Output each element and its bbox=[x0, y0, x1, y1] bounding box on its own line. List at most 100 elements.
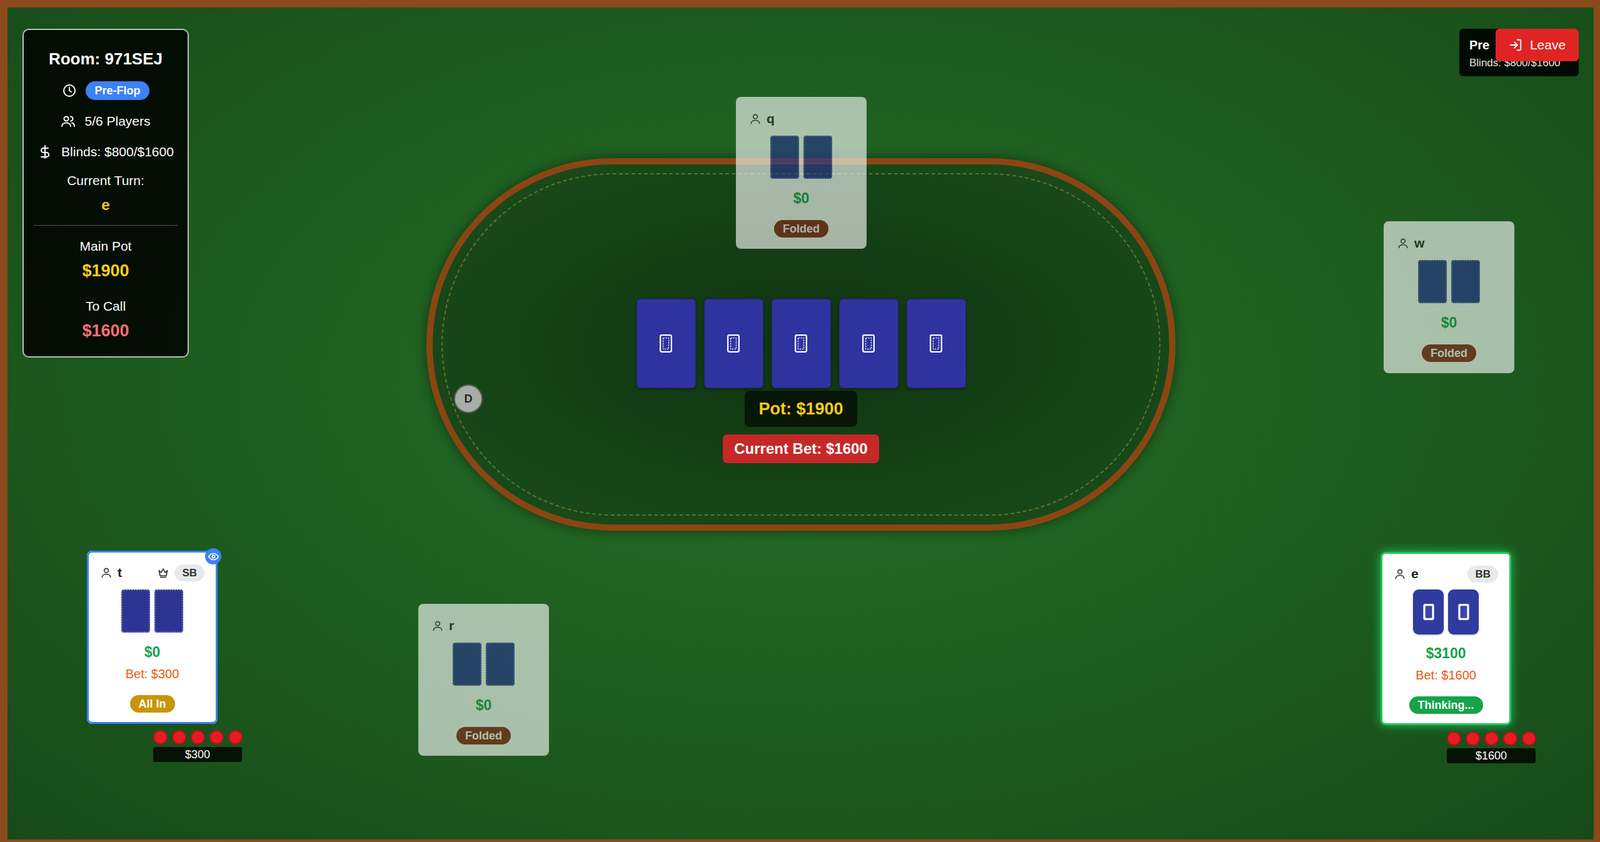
card-back bbox=[1413, 589, 1444, 635]
players-count: 5/6 Players bbox=[84, 111, 151, 132]
chip-icon bbox=[1465, 731, 1480, 746]
player-stack: $3100 bbox=[1426, 642, 1467, 665]
player-name: t bbox=[117, 562, 122, 583]
chip-icon bbox=[1484, 731, 1499, 746]
current-bet: Current Bet: $1600 bbox=[722, 434, 879, 464]
card-back-icon bbox=[1422, 603, 1435, 621]
leave-button[interactable]: Leave bbox=[1495, 28, 1579, 62]
player-name: r bbox=[448, 615, 454, 636]
chip-icon bbox=[153, 730, 168, 745]
player-name: q bbox=[766, 108, 775, 129]
card-back-icon bbox=[659, 334, 673, 353]
seat-header: r bbox=[427, 615, 540, 637]
card-back-icon bbox=[1457, 603, 1470, 621]
player-label: t bbox=[100, 562, 122, 583]
card-back-icon bbox=[727, 334, 740, 353]
dealer-button: D bbox=[453, 384, 483, 414]
player-name: e bbox=[1411, 563, 1419, 584]
card-back-icon bbox=[929, 334, 943, 353]
seat-header: q bbox=[745, 108, 858, 130]
hole-cards bbox=[770, 134, 833, 180]
pot-display: Pot: $1900 bbox=[744, 390, 857, 428]
seat-header: e BB bbox=[1389, 563, 1502, 585]
poker-felt: Room: 971SEJ Pre-Flop 5/6 Players Blinds: $… bbox=[7, 7, 1594, 840]
player-seat: r$0Folded bbox=[418, 603, 549, 756]
chip-icon bbox=[190, 730, 206, 745]
seat-panel: r$0Folded bbox=[418, 603, 549, 756]
seat-panel: w$0Folded bbox=[1383, 221, 1515, 374]
community-card bbox=[636, 298, 696, 389]
card-back bbox=[452, 642, 482, 686]
pot-amount: $1900 bbox=[33, 258, 178, 284]
card-back bbox=[770, 135, 800, 179]
community-cards bbox=[636, 298, 967, 389]
bet-chips: $300 bbox=[153, 730, 242, 763]
user-icon bbox=[1393, 567, 1407, 581]
phase-badge: Pre-Flop bbox=[85, 81, 149, 101]
clock-icon bbox=[61, 83, 77, 99]
users-icon bbox=[60, 113, 76, 129]
card-back-icon bbox=[862, 334, 875, 353]
hole-cards bbox=[1413, 589, 1479, 635]
eye-icon bbox=[208, 551, 219, 563]
seat-header: w bbox=[1393, 232, 1505, 254]
chip-amount: $1600 bbox=[1446, 748, 1536, 764]
community-card bbox=[906, 298, 967, 389]
hole-card bbox=[452, 642, 482, 686]
user-icon bbox=[1396, 236, 1410, 250]
player-seat: q$0Folded bbox=[735, 96, 867, 249]
user-icon bbox=[431, 619, 444, 633]
call-label: To Call bbox=[33, 294, 178, 319]
chip-row bbox=[153, 730, 243, 745]
card-back bbox=[1451, 260, 1480, 304]
card-back bbox=[154, 589, 184, 633]
status-badge: Folded bbox=[456, 727, 511, 745]
room-info-panel: Room: 971SEJ Pre-Flop 5/6 Players Blinds: $… bbox=[22, 28, 189, 358]
leave-label: Leave bbox=[1529, 35, 1566, 56]
player-stack: $0 bbox=[1441, 311, 1458, 334]
player-bet: Bet: $300 bbox=[125, 663, 180, 685]
call-amount: $1600 bbox=[33, 318, 178, 344]
game-status-box: PreBlinds: $800/$1600Leave bbox=[1459, 28, 1579, 77]
player-tags: BB bbox=[1467, 565, 1499, 583]
player-bet: Bet: $1600 bbox=[1415, 664, 1477, 686]
exit-icon bbox=[1508, 38, 1523, 52]
chip-row bbox=[1446, 731, 1537, 746]
player-seat: tSB$0Bet: $300All In$300 bbox=[86, 550, 218, 725]
chip-icon bbox=[209, 730, 224, 745]
hole-card bbox=[1413, 589, 1444, 635]
community-card bbox=[771, 298, 831, 389]
blind-badge: SB bbox=[174, 564, 205, 582]
user-icon bbox=[749, 112, 762, 126]
chip-icon bbox=[1503, 731, 1518, 746]
turn-label: Current Turn: bbox=[33, 166, 178, 194]
blinds-row: Blinds: $800/$1600 bbox=[33, 136, 178, 167]
hole-card bbox=[1448, 589, 1479, 635]
dollar-icon bbox=[37, 144, 53, 160]
hole-card bbox=[1418, 260, 1447, 304]
chip-icon bbox=[1521, 731, 1537, 746]
hole-card bbox=[154, 589, 184, 633]
hole-cards bbox=[1418, 258, 1480, 304]
card-back bbox=[1418, 260, 1447, 304]
viewer-badge bbox=[205, 548, 222, 565]
hole-card bbox=[803, 135, 833, 179]
player-name: w bbox=[1414, 233, 1425, 254]
seat-header: t SB bbox=[96, 562, 209, 584]
viewer-highlight bbox=[86, 550, 218, 725]
player-seat: w$0Folded bbox=[1383, 221, 1515, 374]
player-label: q bbox=[749, 108, 775, 129]
room-title: Room: 971SEJ bbox=[33, 42, 178, 76]
user-icon bbox=[100, 566, 113, 579]
viewer-highlight bbox=[1383, 221, 1515, 374]
hole-card bbox=[485, 642, 515, 686]
viewer-highlight bbox=[1380, 552, 1512, 726]
hole-card bbox=[121, 589, 151, 633]
card-back bbox=[485, 642, 515, 686]
card-back bbox=[121, 589, 151, 633]
player-label: e bbox=[1393, 563, 1419, 584]
turn-player: e bbox=[33, 193, 178, 217]
hole-cards bbox=[121, 588, 184, 634]
player-stack: $0 bbox=[144, 640, 161, 664]
viewer-highlight bbox=[735, 96, 867, 249]
